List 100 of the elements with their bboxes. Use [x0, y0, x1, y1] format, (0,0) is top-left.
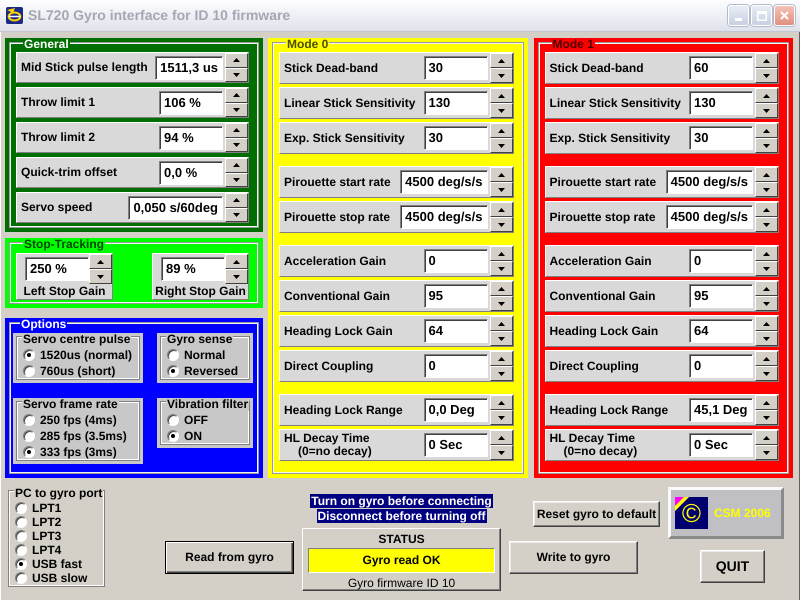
- radio-button[interactable]: [15, 572, 27, 584]
- spin-up-button[interactable]: [490, 53, 512, 68]
- spin-up-button[interactable]: [490, 281, 512, 296]
- value-field[interactable]: 0,0 Deg: [424, 398, 488, 422]
- spin-down-button[interactable]: [225, 68, 248, 82]
- spin-up-button[interactable]: [755, 246, 778, 261]
- value-field[interactable]: 0,0 %: [159, 160, 223, 184]
- value-field[interactable]: 30: [424, 126, 488, 150]
- value-field[interactable]: 64: [689, 319, 753, 343]
- spin-up-button[interactable]: [755, 316, 778, 331]
- spin-up-button[interactable]: [755, 351, 778, 366]
- spin-down-button[interactable]: [755, 410, 778, 425]
- spin-up-button[interactable]: [490, 395, 512, 410]
- spin-down-button[interactable]: [225, 208, 248, 222]
- spin-up-button[interactable]: [490, 123, 512, 138]
- spin-up-button[interactable]: [755, 167, 778, 182]
- spin-up-button[interactable]: [490, 167, 512, 182]
- spin-down-button[interactable]: [490, 366, 512, 381]
- spin-down-button[interactable]: [755, 138, 778, 153]
- value-field[interactable]: 0: [424, 354, 488, 378]
- spin-down-button[interactable]: [755, 103, 778, 118]
- spin-up-button[interactable]: [225, 123, 248, 138]
- spin-down-button[interactable]: [490, 68, 512, 83]
- value-field[interactable]: 250 %: [25, 257, 89, 281]
- value-field[interactable]: 60: [689, 56, 753, 80]
- value-field[interactable]: 106 %: [159, 90, 223, 114]
- spin-down-button[interactable]: [490, 103, 512, 118]
- value-field[interactable]: 30: [689, 126, 753, 150]
- value-field[interactable]: 95: [689, 284, 753, 308]
- radio-button[interactable]: [15, 530, 27, 542]
- radio-button[interactable]: [23, 365, 35, 377]
- spin-down-button[interactable]: [755, 366, 778, 381]
- value-field[interactable]: 30: [424, 56, 488, 80]
- spin-up-button[interactable]: [89, 254, 112, 269]
- value-field[interactable]: 0: [424, 249, 488, 273]
- spin-up-button[interactable]: [490, 246, 512, 261]
- spin-up-button[interactable]: [225, 254, 248, 269]
- value-field[interactable]: 0 Sec: [424, 433, 488, 457]
- value-field[interactable]: 95: [424, 284, 488, 308]
- spin-down-button[interactable]: [225, 172, 248, 187]
- value-field[interactable]: 0: [689, 354, 753, 378]
- radio-button[interactable]: [167, 430, 179, 442]
- spin-down-button[interactable]: [225, 102, 248, 117]
- value-field[interactable]: 45,1 Deg: [689, 398, 753, 422]
- radio-button[interactable]: [23, 446, 35, 458]
- radio-button[interactable]: [167, 349, 179, 361]
- spin-down-button[interactable]: [490, 217, 512, 232]
- spin-down-button[interactable]: [490, 182, 512, 197]
- spin-up-button[interactable]: [490, 202, 512, 217]
- value-field[interactable]: 0: [689, 249, 753, 273]
- value-field[interactable]: 130: [424, 91, 488, 115]
- spin-up-button[interactable]: [755, 88, 778, 103]
- spin-down-button[interactable]: [490, 261, 512, 276]
- spin-up-button[interactable]: [755, 123, 778, 138]
- spin-up-button[interactable]: [490, 351, 512, 366]
- spin-down-button[interactable]: [490, 410, 512, 425]
- value-field[interactable]: 130: [689, 91, 753, 115]
- spin-down-button[interactable]: [225, 138, 248, 152]
- value-field[interactable]: 4500 deg/s/s: [400, 170, 488, 194]
- spin-down-button[interactable]: [755, 445, 778, 460]
- quit-button[interactable]: QUIT: [700, 550, 765, 583]
- radio-button[interactable]: [23, 430, 35, 442]
- spin-up-button[interactable]: [490, 430, 512, 445]
- value-field[interactable]: 94 %: [159, 126, 223, 150]
- value-field[interactable]: 1511,3 us: [155, 56, 223, 80]
- spin-up-button[interactable]: [225, 193, 248, 208]
- spin-up-button[interactable]: [225, 158, 248, 172]
- spin-up-button[interactable]: [755, 53, 778, 68]
- value-field[interactable]: 4500 deg/s/s: [666, 170, 753, 194]
- radio-button[interactable]: [23, 414, 35, 426]
- spin-down-button[interactable]: [490, 138, 512, 153]
- radio-button[interactable]: [15, 558, 27, 570]
- value-field[interactable]: 0,050 s/60deg: [128, 196, 223, 220]
- spin-down-button[interactable]: [755, 68, 778, 83]
- value-field[interactable]: 64: [424, 319, 488, 343]
- spin-down-button[interactable]: [89, 269, 112, 284]
- radio-button[interactable]: [15, 544, 27, 556]
- spin-down-button[interactable]: [755, 182, 778, 197]
- spin-up-button[interactable]: [755, 430, 778, 445]
- value-field[interactable]: 4500 deg/s/s: [666, 205, 753, 229]
- spin-up-button[interactable]: [225, 53, 248, 68]
- value-field[interactable]: 89 %: [161, 257, 225, 281]
- write-button[interactable]: Write to gyro: [509, 541, 638, 574]
- radio-button[interactable]: [23, 349, 35, 361]
- radio-button[interactable]: [15, 516, 27, 528]
- spin-down-button[interactable]: [490, 445, 512, 460]
- read-button[interactable]: Read from gyro: [165, 541, 294, 574]
- spin-up-button[interactable]: [755, 281, 778, 296]
- spin-up-button[interactable]: [490, 88, 512, 103]
- value-field[interactable]: 0 Sec: [689, 433, 753, 457]
- spin-up-button[interactable]: [755, 202, 778, 217]
- reset-button[interactable]: Reset gyro to default: [533, 501, 660, 527]
- value-field[interactable]: 4500 deg/s/s: [400, 205, 488, 229]
- spin-down-button[interactable]: [490, 296, 512, 311]
- radio-button[interactable]: [15, 502, 27, 514]
- spin-up-button[interactable]: [225, 88, 248, 102]
- spin-down-button[interactable]: [490, 331, 512, 346]
- spin-down-button[interactable]: [755, 331, 778, 346]
- spin-up-button[interactable]: [755, 395, 778, 410]
- spin-down-button[interactable]: [225, 269, 248, 284]
